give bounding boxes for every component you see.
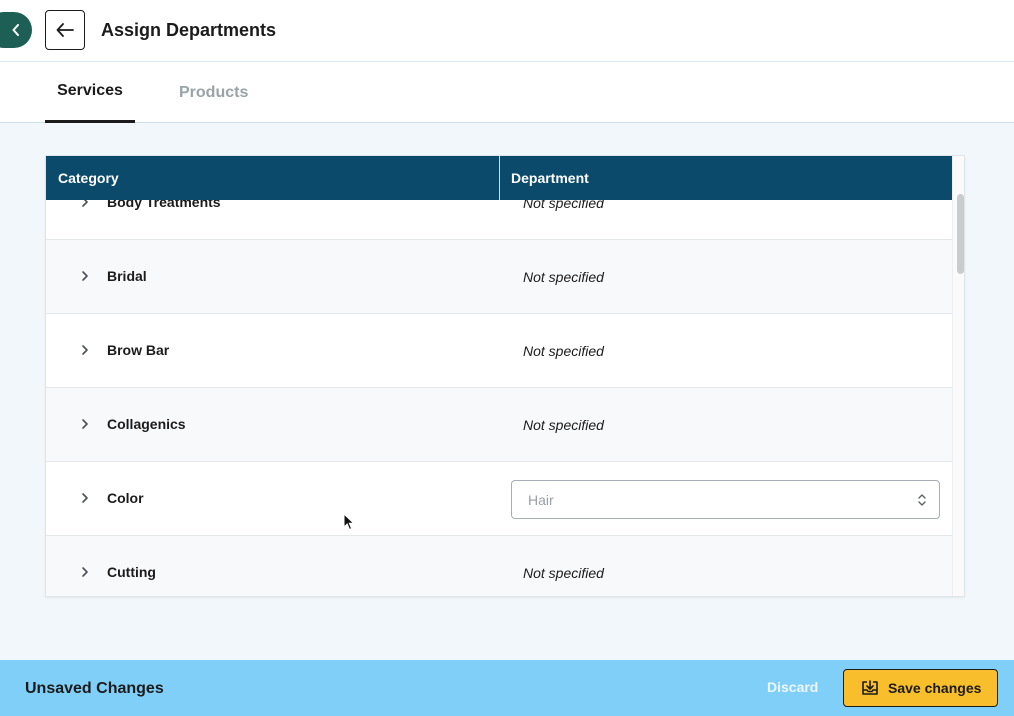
category-name: Brow Bar (107, 342, 170, 358)
unsaved-changes-bar: Unsaved Changes Discard Save changes (0, 660, 1014, 716)
table-scrollbar[interactable] (952, 156, 964, 596)
department-select[interactable]: Hair (511, 480, 940, 519)
unsaved-changes-label: Unsaved Changes (25, 680, 164, 697)
save-changes-label: Save changes (888, 680, 982, 696)
department-value: Not specified (523, 343, 604, 359)
back-button[interactable] (45, 10, 85, 50)
category-name: Cutting (107, 564, 156, 580)
save-changes-button[interactable]: Save changes (843, 669, 998, 707)
column-header-department: Department (511, 170, 589, 186)
tab-products[interactable]: Products (179, 62, 248, 123)
chevron-right-icon[interactable] (79, 490, 91, 506)
chevron-right-icon[interactable] (79, 342, 91, 358)
chevron-right-icon[interactable] (79, 416, 91, 432)
category-name: Body Treatments (107, 200, 221, 210)
chevron-left-icon (12, 24, 19, 36)
chevron-right-icon[interactable] (79, 200, 91, 210)
table-header: Category Department (46, 156, 952, 200)
mouse-cursor-icon (343, 513, 355, 531)
table-row[interactable]: Brow Bar Not specified (46, 314, 952, 388)
department-value: Not specified (523, 200, 604, 211)
table-row[interactable]: Collagenics Not specified (46, 388, 952, 462)
table-row[interactable]: Body Treatments Not specified (46, 200, 952, 240)
page-title: Assign Departments (101, 20, 277, 40)
scrollbar-thumb[interactable] (957, 194, 964, 274)
department-value: Not specified (523, 417, 604, 433)
sidebar-collapse-button[interactable] (0, 12, 32, 48)
table-row[interactable]: Cutting Not specified (46, 536, 952, 596)
department-value: Not specified (523, 565, 604, 581)
category-name: Color (107, 490, 144, 506)
table-row[interactable]: Bridal Not specified (46, 240, 952, 314)
department-value: Not specified (523, 269, 604, 285)
table-body: Body Treatments Not specified Bridal Not… (46, 200, 952, 596)
column-divider (499, 156, 500, 200)
department-select-value: Hair (528, 492, 554, 508)
arrow-left-icon (56, 23, 74, 37)
tab-bar: Services Products (0, 62, 1014, 123)
chevron-right-icon[interactable] (79, 564, 91, 580)
chevron-right-icon[interactable] (79, 268, 91, 284)
category-name: Bridal (107, 268, 147, 284)
discard-button[interactable]: Discard (767, 679, 818, 695)
category-name: Collagenics (107, 416, 186, 432)
chevron-up-down-icon (918, 494, 926, 506)
table-row[interactable]: Color Hair (46, 462, 952, 536)
save-tray-icon (862, 680, 878, 695)
top-bar: Assign Departments (0, 0, 1014, 62)
column-header-category: Category (58, 170, 119, 186)
tab-services[interactable]: Services (45, 62, 135, 123)
departments-table: Category Department Body Treatments Not … (45, 155, 965, 597)
